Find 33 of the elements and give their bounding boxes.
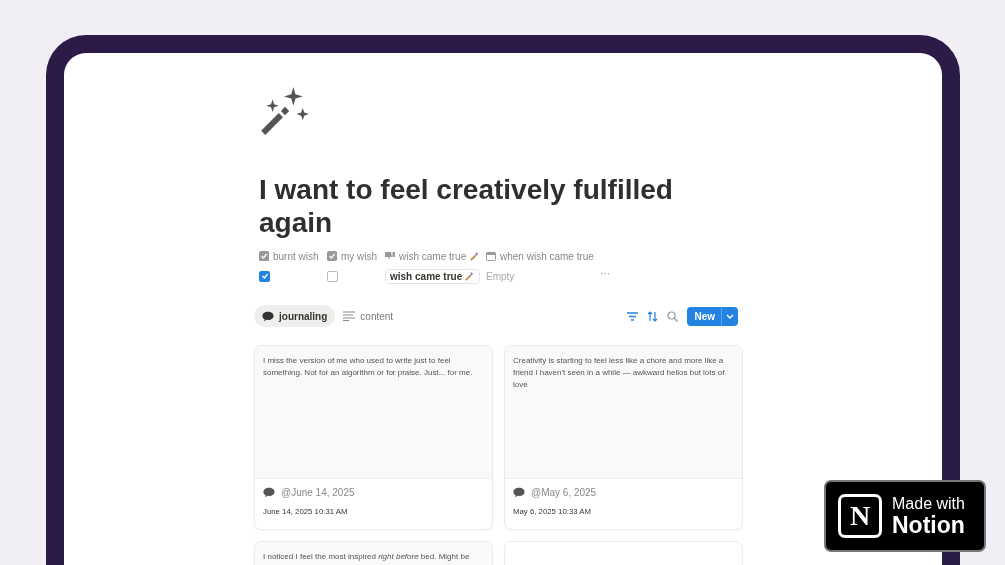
filter-icon[interactable] [627, 310, 639, 322]
new-button[interactable]: New [687, 306, 738, 326]
select-tag[interactable]: wish came true [385, 268, 481, 284]
badge-caption: Made with [892, 495, 965, 513]
magic-wand-icon [258, 85, 310, 137]
property-label: when wish came true [500, 250, 594, 262]
view-tab[interactable]: journaling [254, 305, 336, 327]
wand-icon [470, 251, 481, 261]
speech-bubble-icon [513, 487, 525, 498]
card-text: I miss the version of me who used to write just to feel something. Not for an algorithm or for praise. Just... for me. [263, 355, 474, 379]
view-tab[interactable]: content [335, 305, 402, 327]
date-mention: @June 14, 2025 [281, 487, 355, 498]
calendar-icon [486, 251, 496, 261]
speech-bubble-icon [262, 310, 274, 322]
checkbox-icon [327, 251, 337, 261]
badge-brand: Notion [892, 513, 965, 537]
logo-icon: N [838, 494, 882, 538]
card-text: Creativity is starting to feel less like a chore and more like a friend I haven't seen in a while — awkward hellos but lots of love [513, 355, 726, 391]
property-label: burnt wish [273, 250, 319, 262]
checkbox-icon [259, 251, 269, 261]
date-mention: @May 6, 2025 [531, 487, 597, 498]
sort-icon[interactable] [647, 310, 659, 322]
search-icon[interactable] [667, 310, 679, 322]
property-label: wish came true [399, 250, 467, 262]
wand-icon [465, 271, 476, 281]
property-label: my wish [341, 250, 378, 262]
gallery-card[interactable]: I noticed I feel the most inspired right before bed. Might be [254, 541, 493, 565]
speech-bubble-icon [263, 487, 275, 498]
checkbox[interactable] [327, 270, 338, 282]
lines-icon [343, 311, 356, 321]
card-text: I noticed I feel the most inspired right before bed. Might be [263, 551, 471, 563]
checkbox[interactable] [259, 270, 270, 282]
page-title: I want to feel creatively fulfilled again [259, 173, 674, 239]
